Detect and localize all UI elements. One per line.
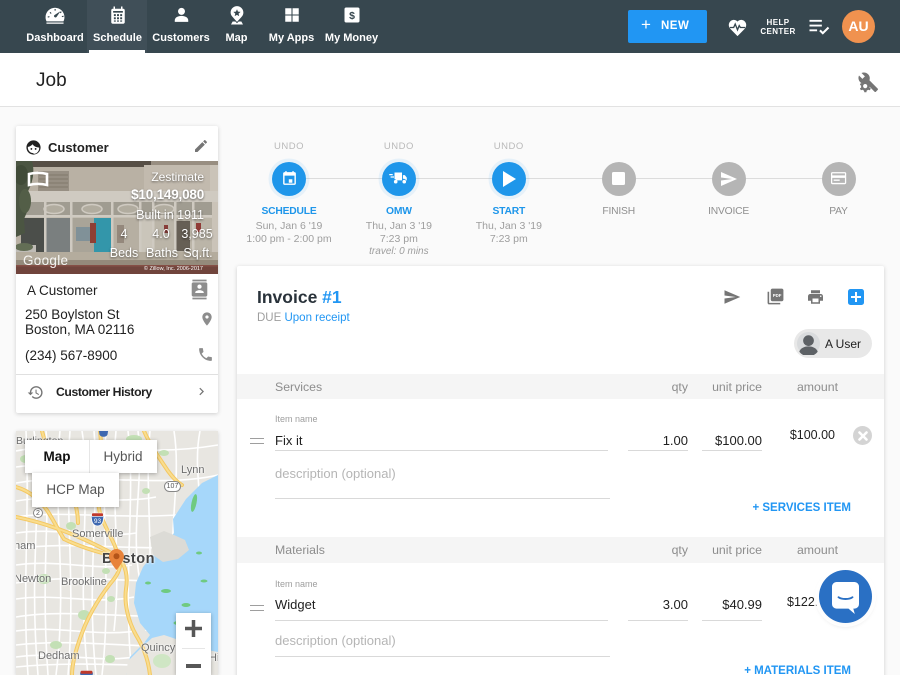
svg-text:93: 93 bbox=[94, 518, 102, 525]
svg-text:$: $ bbox=[349, 10, 355, 22]
svg-text:PDF: PDF bbox=[773, 293, 782, 298]
